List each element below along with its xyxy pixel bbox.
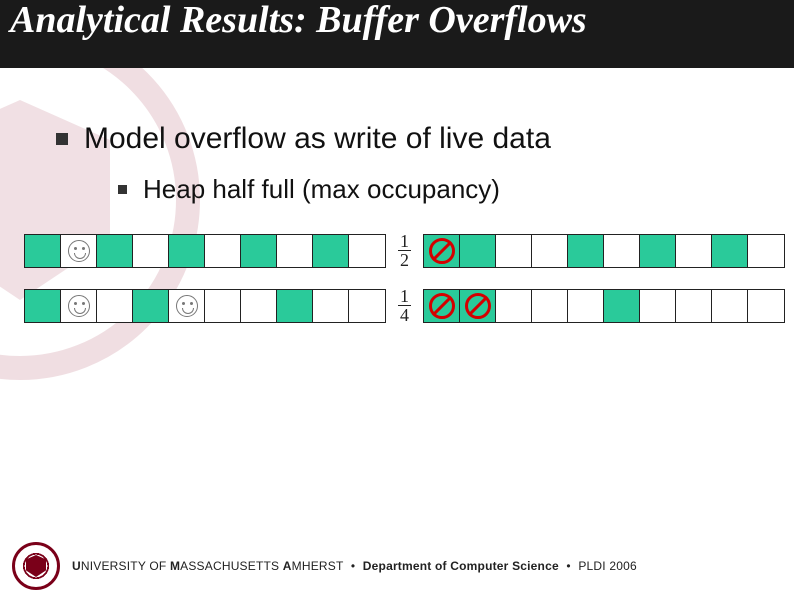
heap-cell xyxy=(277,235,313,267)
heap-cell xyxy=(676,290,712,322)
smiley-icon xyxy=(176,295,198,317)
heap-cell xyxy=(25,290,61,322)
heap-cell xyxy=(604,290,640,322)
footer-dept: Department of Computer Science xyxy=(363,559,559,573)
heap-cell xyxy=(532,235,568,267)
bullet-1-text: Model overflow as write of live data xyxy=(84,122,551,156)
heap-cell xyxy=(496,290,532,322)
fraction-denominator: 4 xyxy=(398,306,411,324)
heap-cell xyxy=(532,290,568,322)
slide-title: Analytical Results: Buffer Overflows xyxy=(10,0,784,40)
heap-cell xyxy=(748,235,784,267)
footer-uni-pre: U xyxy=(72,559,81,573)
footer-separator: • xyxy=(351,559,355,573)
bullet-marker-icon xyxy=(56,133,68,145)
forbid-icon xyxy=(429,238,455,264)
heap-cell xyxy=(61,290,97,322)
heap-cell xyxy=(97,290,133,322)
fraction-denominator: 2 xyxy=(398,251,411,269)
heap-cell xyxy=(424,235,460,267)
footer-city: MHERST xyxy=(292,559,344,573)
heap-diagram-rows: 1 2 xyxy=(24,232,776,342)
heap-cell xyxy=(424,290,460,322)
umass-seal-icon xyxy=(12,542,60,590)
heap-row-quarter: 1 4 xyxy=(24,287,776,324)
fraction-label-half: 1 2 xyxy=(398,232,411,269)
heap-cell xyxy=(205,235,241,267)
footer-separator: • xyxy=(566,559,570,573)
smiley-icon xyxy=(68,240,90,262)
heap-row-half: 1 2 xyxy=(24,232,776,269)
heap-cell xyxy=(604,235,640,267)
heap-cell xyxy=(241,290,277,322)
footer-text: UNIVERSITY OF MASSACHUSETTS AMHERST • De… xyxy=(72,559,637,573)
heap-cell xyxy=(496,235,532,267)
heap-cell xyxy=(712,290,748,322)
fraction-label-quarter: 1 4 xyxy=(398,287,411,324)
heap-strip xyxy=(423,289,785,323)
bullet-level-2: Heap half full (max occupancy) xyxy=(118,174,500,205)
heap-cell xyxy=(460,235,496,267)
footer-state: ASSACHUSETTS xyxy=(180,559,283,573)
heap-cell xyxy=(61,235,97,267)
bullet-2-text: Heap half full (max occupancy) xyxy=(143,174,500,205)
footer: UNIVERSITY OF MASSACHUSETTS AMHERST • De… xyxy=(0,536,794,596)
heap-cell xyxy=(676,235,712,267)
heap-cell xyxy=(97,235,133,267)
heap-cell xyxy=(640,290,676,322)
forbid-icon xyxy=(465,293,491,319)
heap-cell xyxy=(25,235,61,267)
heap-cell xyxy=(241,235,277,267)
footer-uni: NIVERSITY OF xyxy=(81,559,170,573)
title-bar: Analytical Results: Buffer Overflows xyxy=(0,0,794,68)
forbid-icon xyxy=(429,293,455,319)
heap-strip xyxy=(24,234,386,268)
heap-cell xyxy=(133,290,169,322)
heap-cell xyxy=(277,290,313,322)
heap-cell xyxy=(568,235,604,267)
bullet-marker-icon xyxy=(118,185,127,194)
heap-cell xyxy=(169,235,205,267)
heap-cell xyxy=(313,235,349,267)
footer-city-pre: A xyxy=(283,559,292,573)
heap-cell xyxy=(640,235,676,267)
heap-cell xyxy=(748,290,784,322)
heap-cell xyxy=(133,235,169,267)
fraction-numerator: 1 xyxy=(398,287,411,306)
footer-state-pre: M xyxy=(170,559,180,573)
heap-cell xyxy=(205,290,241,322)
bullet-level-1: Model overflow as write of live data xyxy=(56,122,551,156)
heap-strip xyxy=(24,289,386,323)
heap-cell xyxy=(712,235,748,267)
heap-cell xyxy=(313,290,349,322)
fraction-numerator: 1 xyxy=(398,232,411,251)
heap-cell xyxy=(568,290,604,322)
heap-cell xyxy=(349,235,385,267)
smiley-icon xyxy=(68,295,90,317)
slide: Analytical Results: Buffer Overflows Mod… xyxy=(0,0,794,596)
heap-cell xyxy=(169,290,205,322)
heap-cell xyxy=(349,290,385,322)
footer-venue: PLDI 2006 xyxy=(578,559,637,573)
heap-strip xyxy=(423,234,785,268)
heap-cell xyxy=(460,290,496,322)
